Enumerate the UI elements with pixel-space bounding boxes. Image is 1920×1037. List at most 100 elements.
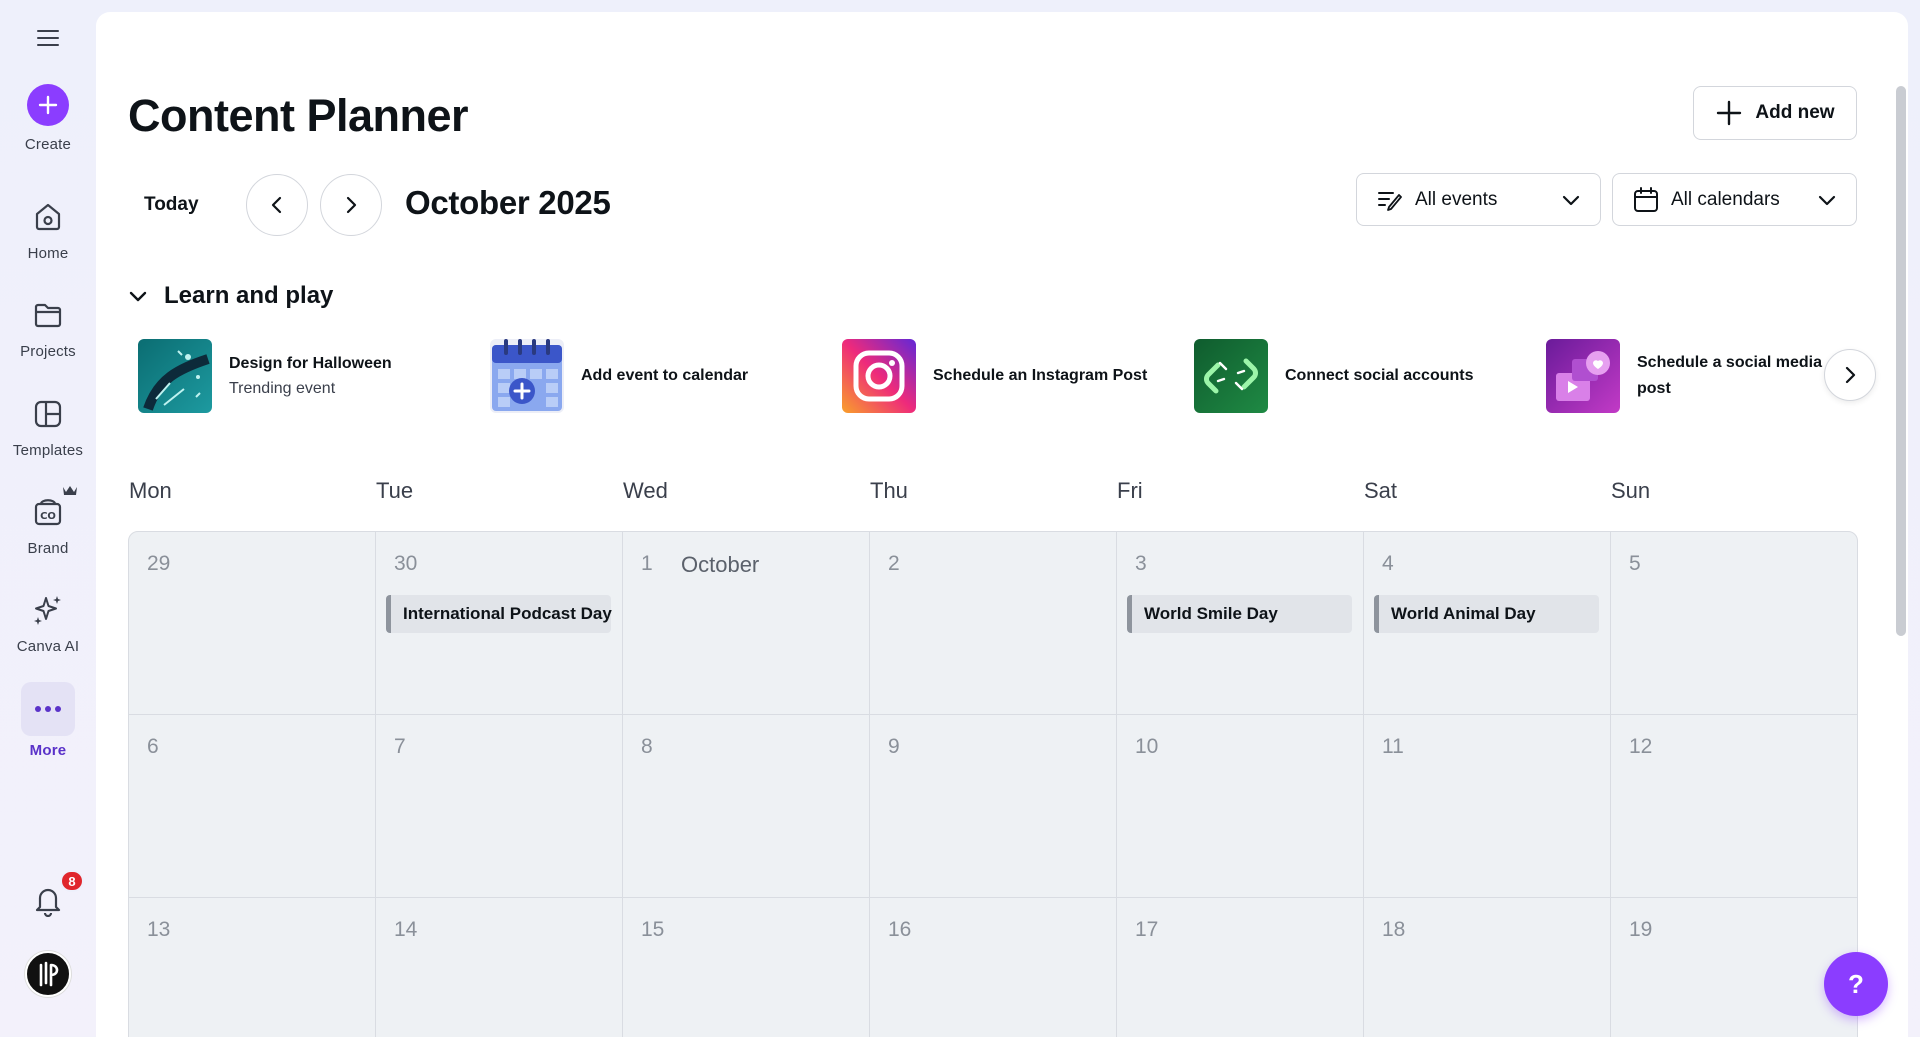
calendar-day-cell[interactable]: 5 [1611, 532, 1857, 715]
day-number: 4 [1382, 552, 1394, 575]
calendar-day-cell[interactable]: 29 [129, 532, 376, 715]
templates-icon [24, 390, 72, 438]
chevron-left-icon [271, 196, 282, 214]
crown-icon [63, 486, 77, 495]
today-button[interactable]: Today [144, 194, 199, 216]
main-panel: Content Planner Add new Today October 20… [96, 12, 1908, 1037]
calendars-filter-dropdown[interactable]: All calendars [1612, 173, 1857, 226]
card-title: Add event to calendar [581, 367, 749, 384]
sidebar: Create Home Projects Templates CO Brand … [0, 0, 96, 1037]
hamburger-icon [37, 30, 59, 46]
day-number: 7 [394, 735, 406, 758]
weekday-header: Sun [1611, 478, 1651, 503]
card-schedule-social-media-post[interactable]: Schedule a social media post [1546, 338, 1822, 414]
calendar-day-cell[interactable]: 14 [376, 898, 623, 1037]
sidebar-item-home[interactable]: Home [0, 193, 96, 262]
notification-badge: 8 [60, 870, 84, 892]
events-filter-value: All events [1415, 188, 1498, 210]
event-international-podcast-day[interactable]: International Podcast Day [386, 595, 612, 633]
learn-and-play-toggle[interactable]: Learn and play [128, 282, 333, 310]
vertical-scrollbar[interactable] [1896, 86, 1906, 636]
day-number: 1 [641, 552, 653, 575]
brand-icon: CO [24, 486, 77, 536]
calendar-day-cell[interactable]: 3 World Smile Day [1117, 532, 1364, 715]
chevron-down-icon [1562, 195, 1580, 205]
svg-text:CO: CO [40, 511, 56, 522]
card-design-for-halloween[interactable]: Design for Halloween Trending event [138, 338, 392, 414]
day-number: 13 [147, 918, 171, 941]
sidebar-item-label: Brand [27, 540, 69, 557]
day-number: 5 [1629, 552, 1641, 575]
day-number: 11 [1382, 735, 1404, 758]
create-button[interactable]: Create [0, 84, 96, 153]
day-number: 19 [1629, 918, 1653, 941]
calendar-day-cell[interactable]: 17 [1117, 898, 1364, 1037]
next-month-button[interactable] [320, 174, 382, 236]
bell-icon [35, 888, 61, 917]
more-dots-icon [21, 682, 75, 736]
weekday-header: Fri [1117, 478, 1143, 503]
day-number: 18 [1382, 918, 1406, 941]
calendar-day-cell[interactable]: 30 International Podcast Day [376, 532, 623, 715]
card-title: Design for Halloween [229, 355, 392, 372]
calendar-day-cell[interactable]: 11 [1364, 715, 1611, 898]
filter-edit-icon [1377, 187, 1403, 213]
day-number: 8 [641, 735, 653, 758]
card-title: Connect social accounts [1285, 367, 1474, 384]
day-number: 16 [888, 918, 912, 941]
calendar-day-cell[interactable]: 8 [623, 715, 870, 898]
card-connect-social-accounts[interactable]: Connect social accounts [1194, 338, 1474, 414]
create-label: Create [24, 136, 72, 153]
folder-icon [24, 291, 72, 339]
calendar-day-cell[interactable]: 1 October [623, 532, 870, 715]
chevron-down-icon [129, 291, 147, 302]
page-title: Content Planner [128, 90, 469, 141]
chevron-down-icon [1818, 195, 1836, 205]
chevron-right-icon [346, 196, 357, 214]
current-month-label: October 2025 [405, 184, 611, 221]
calendar-day-cell[interactable]: 10 [1117, 715, 1364, 898]
calendar-day-cell[interactable]: 19 [1611, 898, 1857, 1037]
day-number: 30 [394, 552, 418, 575]
card-schedule-instagram-post[interactable]: Schedule an Instagram Post [842, 338, 1147, 414]
plus-icon [27, 84, 69, 126]
calendar-day-cell[interactable]: 2 [870, 532, 1117, 715]
previous-month-button[interactable] [246, 174, 308, 236]
user-logo-icon [39, 961, 59, 987]
plus-icon [1717, 100, 1742, 126]
event-world-smile-day[interactable]: World Smile Day [1127, 595, 1352, 633]
carousel-next-button[interactable] [1824, 349, 1876, 401]
calendar-day-cell[interactable]: 13 [129, 898, 376, 1037]
calendar-day-cell[interactable]: 6 [129, 715, 376, 898]
day-number: 17 [1135, 918, 1159, 941]
section-title: Learn and play [164, 282, 334, 309]
calendar-day-cell[interactable]: 15 [623, 898, 870, 1037]
add-new-button[interactable]: Add new [1693, 86, 1857, 140]
sidebar-item-more[interactable]: More [0, 682, 96, 759]
event-world-animal-day[interactable]: World Animal Day [1374, 595, 1599, 633]
day-number: 2 [888, 552, 900, 575]
calendar-day-cell[interactable]: 18 [1364, 898, 1611, 1037]
weekday-header: Wed [623, 478, 668, 503]
menu-toggle-button[interactable] [30, 22, 66, 54]
sidebar-item-projects[interactable]: Projects [0, 291, 96, 360]
sidebar-item-templates[interactable]: Templates [0, 390, 96, 459]
day-number: 12 [1629, 735, 1653, 758]
avatar[interactable] [25, 951, 71, 997]
calendar-day-cell[interactable]: 16 [870, 898, 1117, 1037]
calendar-day-cell[interactable]: 12 [1611, 715, 1857, 898]
card-add-event-to-calendar[interactable]: Add event to calendar [490, 338, 748, 414]
help-button[interactable]: ? [1824, 952, 1888, 1016]
day-number: 9 [888, 735, 900, 758]
calendar-day-cell[interactable]: 9 [870, 715, 1117, 898]
month-start-label: October [681, 552, 760, 577]
sidebar-item-label: Canva AI [16, 638, 80, 655]
add-new-label: Add new [1755, 102, 1835, 123]
calendar-day-cell[interactable]: 4 World Animal Day [1364, 532, 1611, 715]
sidebar-item-brand[interactable]: CO Brand [0, 486, 96, 557]
calendar-day-cell[interactable]: 7 [376, 715, 623, 898]
day-number: 3 [1135, 552, 1147, 575]
sidebar-item-canva-ai[interactable]: Canva AI [0, 586, 96, 655]
weekday-header: Mon [129, 478, 172, 503]
events-filter-dropdown[interactable]: All events [1356, 173, 1601, 226]
